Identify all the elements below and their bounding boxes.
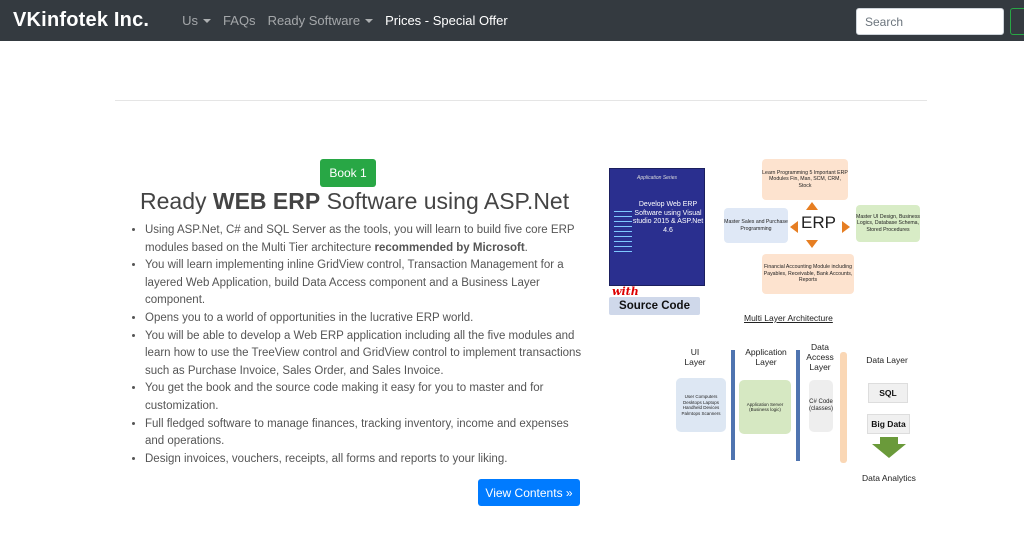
feature-item: You will learn implementing inline GridV… [145,257,590,310]
navbar: VKinfotek Inc. Us FAQs Ready Software Pr… [0,0,1024,41]
erp-module-left: Master Sales and Purchase Programming [724,208,788,243]
app-layer-divider [796,350,800,461]
arrow-down-icon [872,444,906,458]
ui-layer-label: UI Layer [684,347,706,367]
caret-down-icon [365,18,374,23]
erp-center-label: ERP [801,213,836,232]
search-input[interactable] [856,8,1004,35]
csharp-code-box: C# Code (classes) [809,380,833,432]
view-contents-button[interactable]: View Contents » [478,479,580,506]
feature-item: You will be able to develop a Web ERP ap… [145,328,590,381]
arrow-left-icon [790,221,798,233]
feature-item: Opens you to a world of opportunities in… [145,310,590,328]
arrow-down-icon [806,240,818,248]
arrow-up-icon [806,202,818,210]
nav-item-us[interactable]: Us [182,13,212,28]
data-layer-label: Data Layer [866,355,908,365]
search-button[interactable] [1010,8,1024,35]
bigdata-box: Big Data [867,414,910,434]
feature-list: Using ASP.Net, C# and SQL Server as the … [130,222,590,468]
section-divider [115,100,927,101]
app-layer-label: Application Layer [745,347,787,367]
source-code-label: Source Code [609,297,700,315]
book-cover-lines [614,207,632,253]
nav-item-faqs[interactable]: FAQs [223,13,256,28]
feature-item: Full fledged software to manage finances… [145,416,590,451]
product-title: Ready WEB ERP Software using ASP.Net [140,188,570,214]
data-analytics-label: Data Analytics [862,473,916,483]
sql-box: SQL [868,383,908,403]
app-server-box: Application Server (Business logic) [739,380,791,434]
caret-down-icon [203,18,212,23]
erp-module-top: Learn Programming 5 Important ERP Module… [762,159,848,200]
nav-item-prices[interactable]: Prices - Special Offer [385,13,508,28]
erp-module-bottom: Financial Accounting Module including Pa… [762,254,854,294]
architecture-title: Multi Layer Architecture [744,313,833,323]
arrow-right-icon [842,221,850,233]
feature-item: You get the book and the source code mak… [145,380,590,415]
feature-item: Design invoices, vouchers, receipts, all… [145,451,590,469]
book-cover-image: Application Series Develop Web ERP Softw… [609,168,705,286]
ui-layer-divider [731,350,735,460]
erp-module-right: Master UI Design, Business Logics, Datab… [856,205,920,242]
data-access-layer-label: Data Access Layer [806,342,834,372]
data-access-divider [840,352,847,463]
ui-devices-box: User Computers Desktops Laptops Handheld… [676,378,726,432]
brand-logo[interactable]: VKinfotek Inc. [13,9,149,32]
book-badge: Book 1 [320,159,376,187]
nav-item-ready-software[interactable]: Ready Software [268,13,374,28]
feature-item: Using ASP.Net, C# and SQL Server as the … [145,222,590,257]
